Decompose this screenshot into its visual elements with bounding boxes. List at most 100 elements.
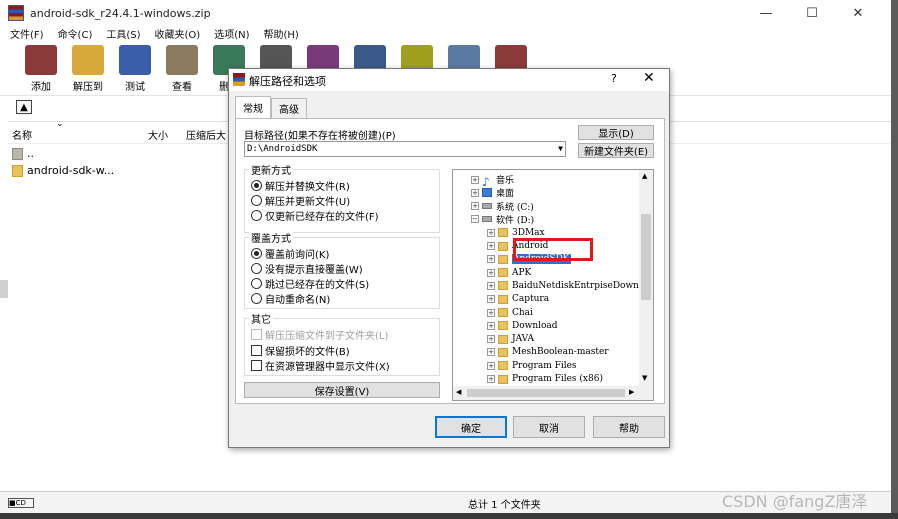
folder-icon: [498, 254, 508, 264]
window-titlebar: android-sdk_r24.4.1-windows.zip — ☐ ✕: [0, 0, 891, 26]
menu-options[interactable]: 选项(N): [214, 26, 249, 42]
tree-item[interactable]: + 桌面: [471, 186, 514, 199]
expand-icon[interactable]: +: [487, 308, 495, 317]
taskbar-edge: [0, 513, 898, 519]
parent-folder-icon: [12, 147, 23, 160]
expand-icon[interactable]: +: [487, 348, 495, 357]
expand-icon[interactable]: +: [487, 228, 495, 237]
help-icon[interactable]: ?: [611, 72, 617, 85]
check-keep-broken[interactable]: 保留损坏的文件(B): [251, 343, 350, 358]
expand-icon[interactable]: +: [487, 255, 495, 264]
scroll-thumb[interactable]: [467, 389, 625, 397]
folder-icon: [498, 347, 508, 357]
winrar-app-icon: [8, 5, 24, 21]
folder-icon: [498, 294, 508, 304]
toolbar-button-0[interactable]: 添加: [18, 43, 64, 95]
menu-favorites[interactable]: 收藏夹(O): [155, 26, 201, 42]
target-path-combo[interactable]: D:\AndroidSDK ▼: [244, 141, 566, 157]
up-folder-button[interactable]: ▲: [16, 100, 32, 114]
maximize-button[interactable]: ☐: [789, 0, 835, 26]
scroll-left-icon[interactable]: ◀: [456, 388, 461, 396]
radio-extract-replace[interactable]: 解压并替换文件(R): [251, 178, 350, 193]
radio-skip-existing[interactable]: 跳过已经存在的文件(S): [251, 276, 369, 291]
col-size[interactable]: 大小: [148, 127, 168, 142]
tab-advanced[interactable]: 高级: [271, 98, 307, 118]
radio-icon: [251, 195, 262, 206]
check-show-in-explorer[interactable]: 在资源管理器中显示文件(X): [251, 358, 390, 373]
cancel-button[interactable]: 取消: [513, 416, 585, 438]
expand-icon[interactable]: +: [487, 375, 495, 383]
expand-icon[interactable]: +: [487, 321, 495, 330]
toolbar-button-3[interactable]: 查看: [159, 43, 205, 95]
tree-item[interactable]: + Download: [487, 319, 558, 332]
dialog-title: 解压路径和选项: [249, 75, 326, 88]
tree-item-label: Chai: [512, 307, 533, 318]
tree-item[interactable]: + MeshBoolean-master: [487, 346, 609, 359]
tree-item[interactable]: + APK: [487, 266, 531, 279]
expand-icon[interactable]: +: [471, 202, 479, 211]
tree-item[interactable]: + ♪ 音乐: [471, 173, 514, 189]
toolbar-label: 查看: [172, 82, 192, 93]
col-packed[interactable]: 压缩后大: [186, 127, 226, 142]
overwrite-mode-title: 覆盖方式: [249, 230, 293, 245]
tree-item[interactable]: + Program Files (x86): [487, 373, 603, 386]
tree-item[interactable]: − 软件 (D:): [471, 213, 534, 226]
menu-help[interactable]: 帮助(H): [264, 26, 299, 42]
radio-icon: [251, 278, 262, 289]
scroll-up-icon[interactable]: ▲: [642, 172, 647, 180]
list-item-folder[interactable]: android-sdk-w...: [12, 163, 114, 178]
ok-button[interactable]: 确定: [435, 416, 507, 438]
tree-item[interactable]: + Captura: [487, 293, 549, 306]
list-item-parent[interactable]: ..: [12, 146, 34, 161]
scroll-right-icon[interactable]: ▶: [629, 388, 634, 396]
expand-icon[interactable]: +: [487, 295, 495, 304]
tree-vertical-scrollbar[interactable]: ▲ ▼: [639, 170, 653, 386]
sort-chevron-icon: ⌄: [56, 119, 64, 129]
expand-icon[interactable]: +: [471, 188, 479, 197]
radio-auto-rename[interactable]: 自动重命名(N): [251, 291, 330, 306]
menu-tools[interactable]: 工具(S): [106, 26, 140, 42]
tree-item[interactable]: + JAVA: [487, 333, 534, 346]
expand-icon[interactable]: +: [487, 335, 495, 344]
expand-icon[interactable]: +: [471, 175, 479, 184]
folder-icon: [498, 334, 508, 344]
radio-update-existing[interactable]: 仅更新已经存在的文件(F): [251, 208, 379, 223]
chevron-down-icon[interactable]: ▼: [558, 142, 563, 156]
menu-file[interactable]: 文件(F): [10, 26, 44, 42]
radio-extract-update[interactable]: 解压并更新文件(U): [251, 193, 350, 208]
tree-item[interactable]: + Chai: [487, 306, 533, 319]
radio-ask-before[interactable]: 覆盖前询问(K): [251, 246, 329, 261]
tree-item[interactable]: + BaiduNetdiskEntrpiseDown: [487, 279, 639, 292]
radio-label: 自动重命名(N): [265, 295, 331, 306]
expand-icon[interactable]: +: [487, 281, 495, 290]
scroll-down-icon[interactable]: ▼: [642, 374, 647, 382]
toolbar-label: 测试: [125, 82, 145, 93]
tree-horizontal-scrollbar[interactable]: ◀ ▶: [453, 386, 653, 400]
tab-general[interactable]: 常规: [235, 96, 271, 118]
new-folder-button[interactable]: 新建文件夹(E): [578, 143, 654, 158]
toolbar-button-1[interactable]: 解压到: [65, 43, 111, 95]
collapse-icon[interactable]: −: [471, 215, 479, 224]
update-mode-group: 更新方式 解压并替换文件(R) 解压并更新文件(U) 仅更新已经存在的文件(F): [244, 162, 440, 233]
col-name[interactable]: 名称: [12, 127, 32, 142]
menu-commands[interactable]: 命令(C): [58, 26, 93, 42]
close-icon[interactable]: ✕: [643, 70, 655, 86]
tree-item[interactable]: + Program Files: [487, 359, 577, 372]
folder-tree[interactable]: + Program Files (x86) + Program Files + MeshB…: [452, 169, 654, 401]
minimize-button[interactable]: —: [743, 0, 789, 26]
expand-icon[interactable]: +: [487, 361, 495, 370]
toolbar-button-2[interactable]: 测试: [112, 43, 158, 95]
scroll-thumb[interactable]: [641, 214, 651, 300]
folder-icon: [498, 241, 508, 251]
help-button[interactable]: 帮助: [593, 416, 665, 438]
misc-group: 其它 解压压缩文件到子文件夹(L) 保留损坏的文件(B) 在资源管理器中显示文件…: [244, 311, 440, 376]
save-settings-button[interactable]: 保存设置(V): [244, 382, 440, 398]
show-button[interactable]: 显示(D): [578, 125, 654, 140]
checkbox-label: 保留损坏的文件(B): [265, 347, 350, 358]
tree-item[interactable]: + 系统 (C:): [471, 200, 534, 213]
expand-icon[interactable]: +: [487, 242, 495, 250]
expand-icon[interactable]: +: [487, 268, 495, 277]
radio-label: 没有提示直接覆盖(W): [265, 265, 363, 276]
radio-overwrite-silent[interactable]: 没有提示直接覆盖(W): [251, 261, 363, 276]
close-window-button[interactable]: ✕: [835, 0, 881, 26]
